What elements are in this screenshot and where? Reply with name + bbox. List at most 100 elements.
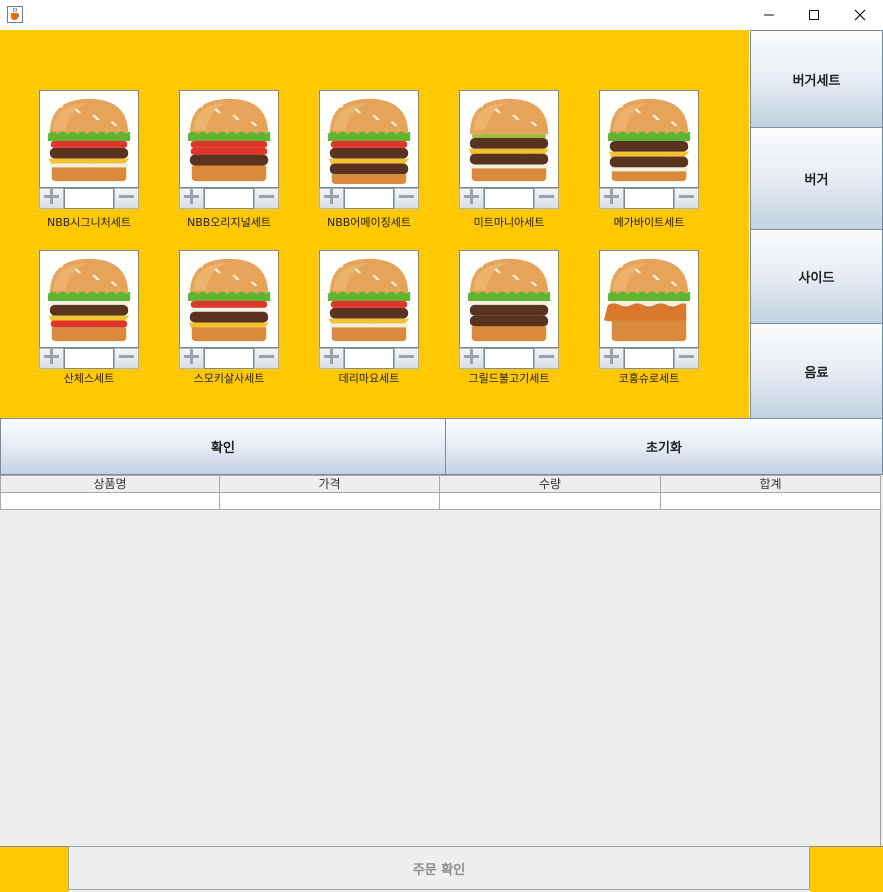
category-burger-button[interactable]: 버거 [750,127,883,230]
order-confirm-button[interactable]: 주문 확인 [68,846,810,890]
decrease-button[interactable] [254,348,279,369]
quantity-stepper [179,348,279,369]
burger-image[interactable] [599,90,699,188]
category-burger-set-button[interactable]: 버거세트 [750,30,883,128]
plus-icon [464,349,479,368]
menu-item-name: 그릴드불고기세트 [468,372,550,385]
burger-image[interactable] [179,90,279,188]
burger-image[interactable] [459,250,559,348]
order-table: 상품명 가격 수량 합계 [0,475,881,846]
table-cell[interactable] [0,493,220,510]
quantity-stepper [459,348,559,369]
decrease-button[interactable] [394,188,419,209]
reset-button[interactable]: 초기화 [445,418,883,475]
table-cell[interactable] [219,493,440,510]
minus-icon [539,349,554,368]
title-bar [0,0,883,30]
footer-left-panel [0,846,69,892]
minus-icon [679,349,694,368]
plus-icon [604,189,619,208]
maximize-icon [809,10,819,20]
plus-icon [324,189,339,208]
menu-item-name: 산체스세트 [63,372,115,385]
quantity-stepper [39,188,139,209]
plus-icon [464,189,479,208]
category-side-button[interactable]: 사이드 [750,229,883,324]
quantity-stepper [179,188,279,209]
burger-image[interactable] [319,250,419,348]
column-header-price[interactable]: 가격 [219,475,440,493]
quantity-field[interactable] [64,188,114,209]
menu-item-name: NBB시그니처세트 [46,216,132,229]
quantity-stepper [599,188,699,209]
plus-icon [604,349,619,368]
plus-icon [44,349,59,368]
increase-button[interactable] [179,348,204,369]
decrease-button[interactable] [674,188,699,209]
close-button[interactable] [837,0,883,30]
increase-button[interactable] [179,188,204,209]
plus-icon [184,189,199,208]
decrease-button[interactable] [674,348,699,369]
column-header-total[interactable]: 합계 [660,475,881,493]
increase-button[interactable] [39,188,64,209]
quantity-field[interactable] [484,188,534,209]
burger-image[interactable] [459,90,559,188]
decrease-button[interactable] [254,188,279,209]
minus-icon [399,189,414,208]
category-drink-button[interactable]: 음료 [750,323,883,419]
minus-icon [399,349,414,368]
quantity-field[interactable] [624,348,674,369]
quantity-field[interactable] [64,348,114,369]
decrease-button[interactable] [394,348,419,369]
confirm-button[interactable]: 확인 [0,418,446,475]
close-icon [854,9,866,21]
menu-item-name: 코홍슈로세트 [618,372,680,385]
increase-button[interactable] [39,348,64,369]
quantity-field[interactable] [624,188,674,209]
maximize-button[interactable] [791,0,837,30]
decrease-button[interactable] [534,348,559,369]
column-header-quantity[interactable]: 수량 [439,475,661,493]
quantity-field[interactable] [484,348,534,369]
burger-image[interactable] [179,250,279,348]
burger-image[interactable] [319,90,419,188]
burger-image[interactable] [599,250,699,348]
decrease-button[interactable] [114,188,139,209]
decrease-button[interactable] [534,188,559,209]
increase-button[interactable] [459,188,484,209]
plus-icon [44,189,59,208]
plus-icon [324,349,339,368]
increase-button[interactable] [319,188,344,209]
minus-icon [119,189,134,208]
table-cell[interactable] [660,493,881,510]
burger-image[interactable] [39,250,139,348]
menu-item-name: 스모키살사세트 [193,372,265,385]
minus-icon [119,349,134,368]
burger-image[interactable] [39,90,139,188]
menu-item-name: 데리마요세트 [338,372,400,385]
minimize-button[interactable] [746,0,792,30]
quantity-field[interactable] [344,188,394,209]
increase-button[interactable] [459,348,484,369]
app-window: NBB시그니처세트 NBB오리지널세트 NBB어메이징세트 미트마니아세트 메가… [0,0,883,892]
quantity-stepper [599,348,699,369]
quantity-stepper [319,188,419,209]
minus-icon [259,189,274,208]
quantity-field[interactable] [204,188,254,209]
quantity-stepper [459,188,559,209]
increase-button[interactable] [319,348,344,369]
increase-button[interactable] [599,188,624,209]
java-cup-icon [7,6,23,23]
increase-button[interactable] [599,348,624,369]
minimize-icon [764,14,774,16]
quantity-stepper [39,348,139,369]
column-header-product[interactable]: 상품명 [0,475,220,493]
quantity-field[interactable] [344,348,394,369]
decrease-button[interactable] [114,348,139,369]
quantity-field[interactable] [204,348,254,369]
table-cell[interactable] [439,493,661,510]
minus-icon [259,349,274,368]
footer-right-panel [810,846,883,892]
menu-item-name: 메가바이트세트 [613,216,685,229]
